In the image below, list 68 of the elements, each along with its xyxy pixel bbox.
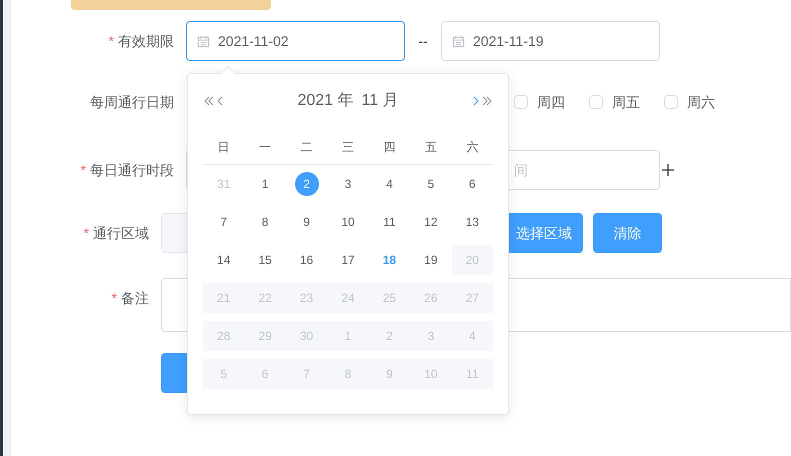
- date-field[interactable]: 2021-11-19: [441, 21, 660, 61]
- calendar-icon: [452, 34, 465, 48]
- weekday-header: 六: [466, 139, 478, 156]
- day-number: 6: [468, 176, 476, 193]
- day-cell[interactable]: 10: [327, 207, 369, 237]
- day-cell[interactable]: 19: [410, 245, 452, 275]
- date-value: 2021-11-19: [473, 32, 544, 50]
- day-number: 11: [383, 214, 396, 231]
- field-label: * 每日通行时段: [80, 160, 174, 180]
- day-number: 19: [424, 252, 438, 269]
- day-number: 9: [303, 214, 310, 231]
- day-number: 3: [344, 176, 352, 193]
- calendar-icon: [197, 34, 210, 48]
- day-number: 13: [466, 214, 479, 231]
- day-number: 5: [428, 176, 434, 193]
- day-number: 17: [341, 252, 355, 269]
- day-number: 4: [386, 176, 393, 193]
- day-cell[interactable]: 8: [244, 207, 286, 237]
- day-cell[interactable]: 11: [368, 207, 410, 237]
- range-separator: --: [417, 32, 429, 50]
- weekday-header: 三: [342, 139, 354, 156]
- day-number: 16: [300, 252, 314, 269]
- checkbox[interactable]: [589, 95, 603, 109]
- day-number: 31: [217, 176, 230, 193]
- weekday-header: 日: [218, 139, 230, 156]
- day-number: 14: [217, 252, 230, 269]
- day-number: 15: [258, 252, 272, 269]
- day-cell[interactable]: 6: [452, 169, 493, 199]
- day-number: 10: [341, 214, 355, 231]
- checkbox-label: 周五: [612, 92, 640, 112]
- field-label: 每周通行日期: [90, 92, 174, 112]
- left-icon[interactable]: [216, 96, 224, 106]
- field-label: * 备注: [112, 289, 149, 308]
- day-cell[interactable]: 7: [203, 207, 244, 237]
- day-number: 7: [220, 214, 228, 231]
- day-cell[interactable]: 5: [410, 169, 452, 199]
- double-left-icon[interactable]: [203, 96, 215, 106]
- day-number: 12: [424, 214, 438, 231]
- date-field[interactable]: 2021-11-02: [186, 21, 405, 61]
- day-number: 8: [262, 214, 268, 231]
- weekday-header: 二: [300, 139, 313, 156]
- weekday-header: 一: [259, 139, 272, 156]
- year-label[interactable]: 2021 年: [297, 89, 354, 113]
- day-cell[interactable]: 16: [286, 245, 328, 275]
- day-cell[interactable]: 1: [244, 169, 286, 199]
- right-icon[interactable]: [472, 96, 480, 106]
- double-right-icon[interactable]: [480, 96, 493, 106]
- field-label: * 通行区域: [84, 224, 149, 242]
- day-cell[interactable]: 12: [410, 207, 452, 237]
- weekday-header: 四: [383, 139, 396, 156]
- month-label[interactable]: 11 月: [361, 89, 399, 113]
- checkbox[interactable]: [664, 95, 678, 109]
- checkbox[interactable]: [514, 95, 528, 109]
- day-cell[interactable]: 17: [327, 245, 369, 275]
- day-number: 18: [382, 252, 396, 269]
- checkbox-label: 周四: [537, 92, 565, 112]
- day-cell[interactable]: 15: [244, 245, 286, 275]
- day-cell[interactable]: 4: [368, 169, 410, 199]
- day-number: 1: [262, 176, 268, 193]
- date-value: 2021-11-02: [218, 32, 289, 50]
- day-cell[interactable]: 9: [286, 207, 328, 237]
- day-cell[interactable]: 13: [452, 207, 493, 237]
- field-label: * 有效期限: [108, 32, 174, 50]
- day-cell[interactable]: 3: [327, 169, 369, 199]
- weekday-header: 五: [424, 139, 437, 156]
- day-cell[interactable]: 14: [203, 245, 244, 275]
- add-icon[interactable]: [662, 164, 674, 176]
- checkbox-label: 周六: [687, 92, 715, 112]
